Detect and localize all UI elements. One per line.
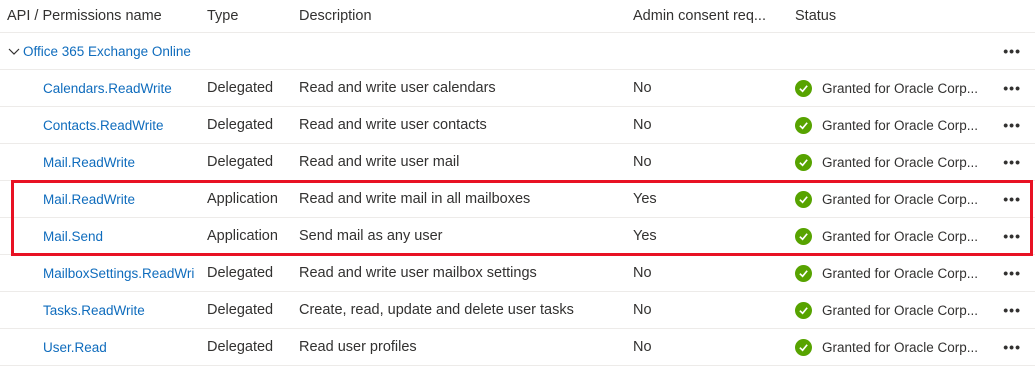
group-row: Office 365 Exchange Online ••• (0, 33, 1035, 70)
permission-name-link[interactable]: Mail.ReadWrite (43, 144, 198, 180)
permission-description: Create, read, update and delete user tas… (299, 302, 574, 318)
admin-consent-value: No (633, 339, 652, 355)
permission-name-link[interactable]: Contacts.ReadWrite (43, 107, 198, 143)
checkmark-circle-icon (795, 338, 812, 356)
permission-type: Delegated (207, 265, 274, 281)
permission-type: Delegated (207, 80, 274, 96)
column-header-type[interactable]: Type (207, 0, 293, 32)
table-row: Mail.ReadWrite Delegated Read and write us… (0, 144, 1035, 181)
checkmark-circle-icon (795, 264, 812, 282)
admin-consent-value: No (633, 265, 652, 281)
permission-name-link[interactable]: Mail.Send (43, 218, 198, 254)
status-text: Granted for Oracle Corp... (822, 228, 979, 244)
admin-consent-value: No (633, 117, 652, 133)
table-row: Calendars.ReadWrite Delegated Read and wri… (0, 70, 1035, 107)
column-header-status[interactable]: Status (795, 0, 990, 32)
more-options-icon[interactable]: ••• (1003, 33, 1021, 69)
column-header-name[interactable]: API / Permissions name (7, 0, 197, 32)
permission-description: Send mail as any user (299, 228, 443, 244)
status-text: Granted for Oracle Corp... (822, 302, 979, 318)
permission-name-link[interactable]: Mail.ReadWrite (43, 181, 198, 217)
permission-name-link[interactable]: MailboxSettings.ReadWri (43, 255, 198, 291)
permission-name-link[interactable]: Calendars.ReadWrite (43, 70, 198, 106)
table-header: API / Permissions name Type Description … (0, 0, 1035, 33)
permission-description: Read and write user mail (299, 154, 460, 170)
status-cell: Granted for Oracle Corp... (795, 181, 990, 217)
permission-description: Read and write user calendars (299, 80, 496, 96)
table-row: Tasks.ReadWrite Delegated Create, read, up… (0, 292, 1035, 329)
status-text: Granted for Oracle Corp... (822, 191, 979, 207)
permission-description: Read user profiles (299, 339, 417, 355)
checkmark-circle-icon (795, 301, 812, 319)
table-row: Contacts.ReadWrite Delegated Read and writ… (0, 107, 1035, 144)
status-cell: Granted for Oracle Corp... (795, 107, 990, 143)
permission-type: Delegated (207, 117, 274, 133)
table-row: User.Read Delegated Read user profiles No Gr… (0, 329, 1035, 366)
status-cell: Granted for Oracle Corp... (795, 70, 990, 106)
more-options-icon[interactable]: ••• (1003, 144, 1021, 180)
checkmark-circle-icon (795, 116, 812, 134)
checkmark-circle-icon (795, 190, 812, 208)
checkmark-circle-icon (795, 79, 812, 97)
permission-description: Read and write mail in all mailboxes (299, 191, 531, 207)
more-options-icon[interactable]: ••• (1003, 329, 1021, 365)
column-header-description[interactable]: Description (299, 0, 624, 32)
more-options-icon[interactable]: ••• (1003, 292, 1021, 328)
more-options-icon[interactable]: ••• (1003, 218, 1021, 254)
permission-description: Read and write user mailbox settings (299, 265, 537, 281)
table-row: Mail.Send Application Send mail as any use… (0, 218, 1035, 255)
permission-description: Read and write user contacts (299, 117, 487, 133)
permission-name-link[interactable]: User.Read (43, 329, 198, 365)
permission-type: Delegated (207, 154, 274, 170)
group-label[interactable]: Office 365 Exchange Online (23, 44, 191, 59)
status-cell: Granted for Oracle Corp... (795, 218, 990, 254)
checkmark-circle-icon (795, 153, 812, 171)
status-text: Granted for Oracle Corp... (822, 265, 979, 281)
status-cell: Granted for Oracle Corp... (795, 144, 990, 180)
table-row: MailboxSettings.ReadWri Delegated Read and… (0, 255, 1035, 292)
column-header-admin-consent[interactable]: Admin consent req... (633, 0, 783, 32)
admin-consent-value: No (633, 154, 652, 170)
status-cell: Granted for Oracle Corp... (795, 292, 990, 328)
more-options-icon[interactable]: ••• (1003, 107, 1021, 143)
permission-type: Application (207, 191, 278, 207)
table-row: Mail.ReadWrite Application Read and write … (0, 181, 1035, 218)
more-options-icon[interactable]: ••• (1003, 255, 1021, 291)
chevron-down-icon (8, 48, 20, 55)
permissions-table: API / Permissions name Type Description … (0, 0, 1035, 366)
more-options-icon[interactable]: ••• (1003, 70, 1021, 106)
admin-consent-value: No (633, 80, 652, 96)
status-text: Granted for Oracle Corp... (822, 117, 979, 133)
status-cell: Granted for Oracle Corp... (795, 255, 990, 291)
permission-type: Delegated (207, 302, 274, 318)
admin-consent-value: No (633, 302, 652, 318)
group-toggle[interactable]: Office 365 Exchange Online (7, 33, 191, 69)
status-text: Granted for Oracle Corp... (822, 339, 979, 355)
status-cell: Granted for Oracle Corp... (795, 329, 990, 365)
permission-name-link[interactable]: Tasks.ReadWrite (43, 292, 198, 328)
status-text: Granted for Oracle Corp... (822, 154, 979, 170)
status-text: Granted for Oracle Corp... (822, 80, 979, 96)
more-options-icon[interactable]: ••• (1003, 181, 1021, 217)
permission-type: Delegated (207, 339, 274, 355)
checkmark-circle-icon (795, 227, 812, 245)
admin-consent-value: Yes (633, 228, 657, 244)
admin-consent-value: Yes (633, 191, 657, 207)
permission-type: Application (207, 228, 278, 244)
